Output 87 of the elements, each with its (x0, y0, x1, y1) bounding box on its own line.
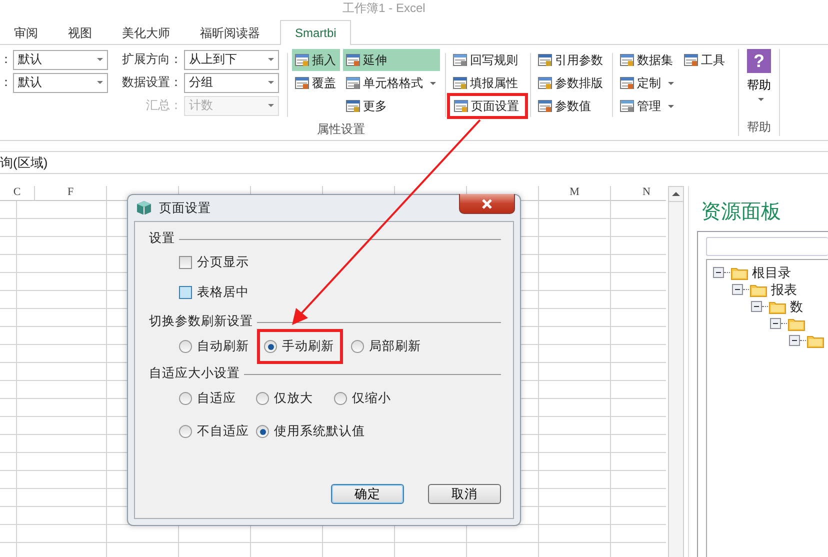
section-title: 设置 (149, 230, 175, 246)
table-icon (620, 99, 634, 113)
field-label: ： (0, 74, 13, 91)
folder-icon (750, 282, 767, 296)
collapse-icon[interactable] (713, 267, 724, 278)
group-label: 帮助 (746, 119, 772, 136)
group-label: 属性设置 (316, 121, 366, 138)
radio-option[interactable]: 不自适应 (179, 423, 249, 440)
search-field[interactable] (706, 237, 828, 256)
table-icon (346, 99, 360, 113)
tree-item[interactable]: 根目录 (752, 264, 791, 282)
ribbon-button[interactable]: 单元格格式 (343, 72, 440, 94)
column-header[interactable]: F (35, 186, 107, 201)
dialog-button[interactable]: 确定 (331, 484, 404, 504)
table-icon (453, 53, 467, 67)
help-button[interactable]: ? 帮助 (745, 45, 773, 119)
tree-item[interactable]: 数 (790, 298, 803, 316)
ribbon-tab[interactable]: 美化大师 (110, 20, 182, 45)
field-label: 数据设置： (121, 74, 183, 91)
vertical-scrollbar[interactable] (668, 186, 684, 557)
ribbon-button[interactable]: 回写规则 (450, 49, 525, 71)
table-icon (620, 53, 634, 67)
checkbox-option[interactable]: 表格居中 (179, 284, 249, 301)
dropdown-field[interactable]: 分组 (184, 72, 279, 92)
ribbon-button[interactable]: 工具 (681, 49, 729, 71)
column-header[interactable]: C (0, 186, 35, 201)
folder-icon (769, 300, 786, 314)
radio-option[interactable]: 仅缩小 (334, 390, 391, 407)
table-icon (346, 76, 360, 90)
table-icon (684, 53, 698, 67)
folder-icon (807, 334, 824, 348)
dropdown-field[interactable]: 默认 (13, 72, 108, 92)
ribbon-button[interactable]: 定制 (617, 72, 678, 94)
section-title: 自适应大小设置 (149, 364, 240, 382)
table-icon (295, 76, 309, 90)
window-title: 工作簿1 - Excel (342, 1, 426, 15)
radio-option[interactable]: 自适应 (179, 390, 236, 407)
ribbon-button[interactable]: 插入 (292, 49, 340, 71)
table-icon (453, 76, 467, 90)
radio-option[interactable]: 局部刷新 (351, 338, 421, 355)
radio-option[interactable]: 仅放大 (256, 390, 313, 407)
close-icon[interactable] (481, 198, 493, 208)
ribbon-tab[interactable]: 审阅 (2, 20, 50, 45)
table-icon (295, 53, 309, 67)
column-header[interactable]: M (539, 186, 611, 201)
table-icon (454, 99, 468, 113)
name-box[interactable]: 询(区域) (0, 154, 48, 172)
dropdown-field[interactable]: 从上到下 (184, 50, 279, 70)
field-label: 汇总： (145, 97, 183, 114)
ribbon-button[interactable]: 更多 (343, 95, 440, 117)
ribbon-tab[interactable]: 福昕阅读器 (188, 20, 272, 45)
close-button[interactable] (459, 194, 515, 214)
checkbox-option[interactable]: 分页显示 (179, 254, 249, 271)
table-icon (346, 53, 360, 67)
radio-option[interactable]: 自动刷新 (179, 338, 249, 355)
folder-icon (788, 316, 805, 330)
cube-icon (136, 200, 152, 216)
ribbon-button[interactable]: 管理 (617, 95, 678, 117)
ribbon-button[interactable]: 参数排版 (535, 72, 607, 94)
tree-item[interactable]: 报表 (771, 280, 797, 298)
collapse-icon[interactable] (789, 335, 800, 346)
ribbon-button[interactable]: 延伸 (343, 49, 440, 71)
collapse-icon[interactable] (732, 284, 743, 295)
table-icon (538, 76, 552, 90)
ribbon-button[interactable]: 填报属性 (450, 72, 525, 94)
ribbon-button[interactable]: 覆盖 (292, 72, 340, 94)
ribbon-tab[interactable]: 视图 (56, 20, 104, 45)
collapse-icon[interactable] (751, 301, 762, 312)
radio-option[interactable]: 使用系统默认值 (256, 423, 365, 440)
table-icon (538, 53, 552, 67)
dialog-button[interactable]: 取消 (428, 484, 501, 504)
ribbon-button[interactable]: 引用参数 (535, 49, 607, 71)
section-title: 切换参数刷新设置 (149, 312, 253, 330)
table-icon (620, 76, 634, 90)
ribbon-button[interactable]: 参数值 (535, 95, 607, 117)
field-label: 扩展方向： (121, 51, 183, 68)
ribbon-tab[interactable]: Smartbi (280, 20, 352, 45)
dialog-title: 页面设置 (159, 200, 211, 216)
table-icon (538, 99, 552, 113)
panel-title: 资源面板 (701, 200, 782, 225)
dropdown-field[interactable]: 默认 (13, 50, 108, 70)
folder-icon (731, 266, 748, 280)
ribbon-button[interactable]: 页面设置 (447, 93, 528, 119)
field-label: ： (0, 51, 13, 68)
ribbon-button[interactable]: 数据集 (617, 49, 678, 71)
collapse-icon[interactable] (770, 318, 781, 329)
radio-option[interactable]: 手动刷新 (257, 329, 343, 364)
